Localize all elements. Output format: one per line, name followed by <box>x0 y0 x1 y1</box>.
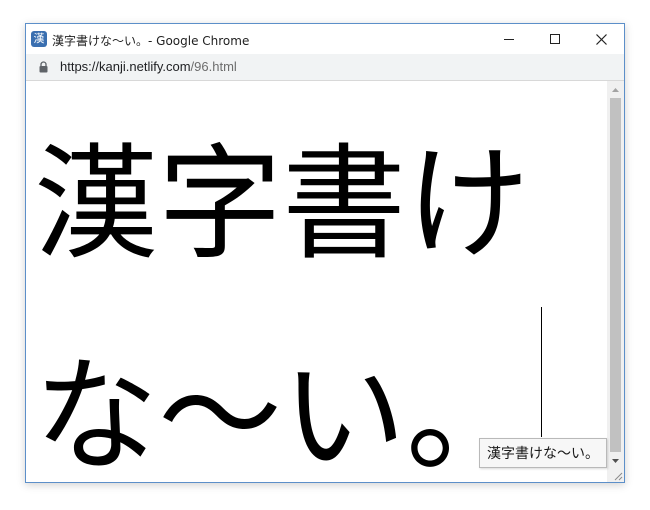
browser-window: 漢 漢字書けな〜い。- Google Chrome https://kanji.… <box>25 23 625 483</box>
maximize-button[interactable] <box>532 24 578 54</box>
minimize-icon <box>504 38 514 40</box>
url-text[interactable]: https://kanji.netlify.com/96.html <box>60 59 237 74</box>
vertical-scrollbar[interactable] <box>607 81 624 482</box>
maximize-icon <box>550 34 560 44</box>
page-heading-text: 漢字書けな〜い。 <box>34 133 531 482</box>
lock-icon[interactable] <box>39 61 48 73</box>
close-icon <box>595 33 607 45</box>
scroll-thumb[interactable] <box>610 98 621 452</box>
scroll-down-arrow-icon <box>612 458 619 463</box>
page-content: 漢字書けな〜い。 <box>26 81 607 482</box>
close-button[interactable] <box>578 24 624 54</box>
scroll-up-button[interactable] <box>607 81 624 98</box>
scroll-up-arrow-icon <box>612 87 619 92</box>
address-bar[interactable]: https://kanji.netlify.com/96.html <box>26 54 624 81</box>
minimize-button[interactable] <box>486 24 532 54</box>
text-cursor <box>541 307 542 437</box>
favicon-icon: 漢 <box>31 31 47 47</box>
title-tooltip: 漢字書けな〜い。 <box>479 438 607 468</box>
window-title: 漢字書けな〜い。- Google Chrome <box>52 34 250 48</box>
url-path: /96.html <box>190 59 237 74</box>
url-host: https://kanji.netlify.com <box>60 59 191 74</box>
scroll-down-button[interactable] <box>607 452 624 469</box>
title-bar[interactable]: 漢 漢字書けな〜い。- Google Chrome <box>26 24 624 54</box>
resize-grip-icon[interactable] <box>612 470 623 481</box>
